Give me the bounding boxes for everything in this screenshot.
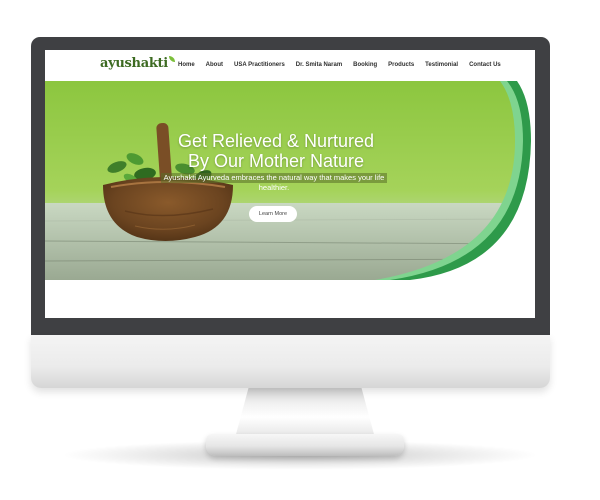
hero-title-line2: By Our Mother Nature xyxy=(187,151,365,171)
hero-title: Get Relieved & Nurtured By Our Mother Na… xyxy=(145,131,407,171)
monitor-stand-base xyxy=(206,434,404,456)
learn-more-button[interactable]: Learn More xyxy=(249,206,297,222)
nav-item-contact-us[interactable]: Contact Us xyxy=(469,62,501,68)
nav-menu: Home About USA Practitioners Dr. Smita N… xyxy=(178,62,501,68)
site-logo[interactable]: ayushakti xyxy=(100,56,175,71)
hero-title-line1: Get Relieved & Nurtured xyxy=(177,131,375,151)
hero-banner: Get Relieved & Nurtured By Our Mother Na… xyxy=(45,81,535,280)
nav-item-testimonial[interactable]: Testimonial xyxy=(425,62,458,68)
monitor-screen: ayushakti Home About USA Practitioners D… xyxy=(45,50,535,318)
nav-item-home[interactable]: Home xyxy=(178,62,195,68)
nav-item-dr-smita-naram[interactable]: Dr. Smita Naram xyxy=(296,62,342,68)
site-navbar: ayushakti Home About USA Practitioners D… xyxy=(45,50,535,81)
leaf-icon xyxy=(168,56,175,62)
nav-item-about[interactable]: About xyxy=(206,62,223,68)
logo-text: ayushakti xyxy=(100,56,168,71)
monitor-chin xyxy=(31,335,550,388)
hero-subtitle: Ayushakti Ayurveda embraces the natural … xyxy=(138,173,410,193)
hero-subtitle-line1: Ayushakti Ayurveda embraces the natural … xyxy=(160,173,388,183)
nav-item-products[interactable]: Products xyxy=(388,62,414,68)
hero-subtitle-line2: healthier. xyxy=(258,183,290,192)
nav-item-booking[interactable]: Booking xyxy=(353,62,377,68)
nav-item-usa-practitioners[interactable]: USA Practitioners xyxy=(234,62,285,68)
monitor-stand-neck xyxy=(235,386,375,438)
